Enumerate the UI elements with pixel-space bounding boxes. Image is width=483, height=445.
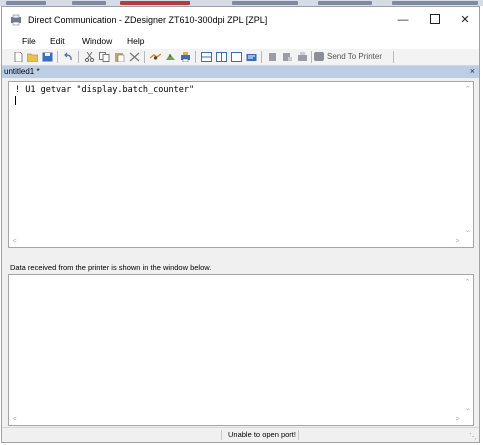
status-bar: Unable to open port! ⋱ xyxy=(2,427,479,442)
split-vertical-icon[interactable] xyxy=(216,52,227,62)
open-folder-icon[interactable] xyxy=(27,52,38,62)
send-to-printer-label: Send To Printer xyxy=(327,52,382,61)
toolbar-separator xyxy=(393,51,394,63)
status-separator xyxy=(221,430,222,440)
command-editor[interactable]: ! U1 getvar "display.batch_counter" ⌃ ⌄ … xyxy=(8,81,474,248)
scroll-left-arrow-icon[interactable]: < xyxy=(9,236,20,247)
output-vertical-scrollbar[interactable]: ⌃ ⌄ xyxy=(462,275,473,414)
menu-bar: File Edit Window Help xyxy=(2,34,479,49)
cut-icon[interactable] xyxy=(84,52,95,62)
save-icon[interactable] xyxy=(42,52,53,62)
app-icon xyxy=(11,14,21,26)
copy-icon[interactable] xyxy=(99,52,110,62)
toolbar-separator xyxy=(144,51,145,63)
toolbar-separator xyxy=(311,51,312,63)
editor-vertical-scrollbar[interactable]: ⌃ ⌄ xyxy=(462,82,473,236)
maximize-button[interactable] xyxy=(420,7,450,34)
menu-window[interactable]: Window xyxy=(78,35,116,47)
close-button[interactable]: ✕ xyxy=(450,7,480,34)
toolbar-separator xyxy=(57,51,58,63)
document-close-icon[interactable]: × xyxy=(470,66,475,76)
main-window: Direct Communication - ZDesigner ZT610-3… xyxy=(1,6,480,443)
menu-edit[interactable]: Edit xyxy=(46,35,69,47)
printer-settings-icon[interactable] xyxy=(180,52,191,62)
status-separator xyxy=(298,430,299,440)
scroll-up-arrow-icon[interactable]: ⌃ xyxy=(462,277,473,288)
output-panel-label: Data received from the printer is shown … xyxy=(10,263,212,272)
printer-response-panel[interactable]: ⌃ ⌄ < > xyxy=(8,274,474,426)
disconnect-icon[interactable] xyxy=(165,52,176,62)
new-file-icon[interactable] xyxy=(13,52,24,62)
toolbar-separator xyxy=(78,51,79,63)
scroll-right-arrow-icon[interactable]: > xyxy=(452,236,463,247)
minimize-button[interactable]: — xyxy=(388,7,418,34)
window-title: Direct Communication - ZDesigner ZT610-3… xyxy=(28,15,268,25)
text-caret xyxy=(15,96,16,105)
paste-icon[interactable] xyxy=(114,52,125,62)
scroll-right-arrow-icon[interactable]: > xyxy=(452,414,463,425)
menu-help[interactable]: Help xyxy=(123,35,148,47)
editor-horizontal-scrollbar[interactable]: < > xyxy=(9,236,463,247)
editor-text: ! U1 getvar "display.batch_counter" xyxy=(15,85,195,95)
delete-icon[interactable] xyxy=(129,52,140,62)
scroll-left-arrow-icon[interactable]: < xyxy=(9,414,20,425)
scroll-down-arrow-icon[interactable]: ⌄ xyxy=(462,403,473,414)
printer-icon xyxy=(314,52,324,62)
split-horizontal-icon[interactable] xyxy=(201,52,212,62)
receive-icon[interactable] xyxy=(282,52,293,62)
document-tab[interactable]: untitled1 * × xyxy=(2,66,479,78)
print-icon[interactable] xyxy=(297,52,308,62)
menu-file[interactable]: File xyxy=(18,35,40,47)
single-pane-icon[interactable] xyxy=(231,52,242,62)
document-tab-label: untitled1 * xyxy=(4,67,40,76)
connect-icon[interactable] xyxy=(150,52,161,62)
resize-grip-icon[interactable]: ⋱ xyxy=(469,432,477,441)
undo-icon[interactable] xyxy=(63,52,74,62)
status-message: Unable to open port! xyxy=(228,430,296,439)
scroll-up-arrow-icon[interactable]: ⌃ xyxy=(462,84,473,95)
toolbar-separator xyxy=(261,51,262,63)
toolbar-separator xyxy=(195,51,196,63)
toolbar: Send To Printer xyxy=(2,49,479,66)
print-preview-icon[interactable] xyxy=(246,52,257,62)
maximize-icon xyxy=(430,14,440,25)
scroll-down-arrow-icon[interactable]: ⌄ xyxy=(462,225,473,236)
send-file-icon[interactable] xyxy=(267,52,278,62)
title-bar[interactable]: Direct Communication - ZDesigner ZT610-3… xyxy=(2,7,479,34)
output-horizontal-scrollbar[interactable]: < > xyxy=(9,414,463,425)
send-to-printer-button[interactable]: Send To Printer xyxy=(314,50,382,64)
